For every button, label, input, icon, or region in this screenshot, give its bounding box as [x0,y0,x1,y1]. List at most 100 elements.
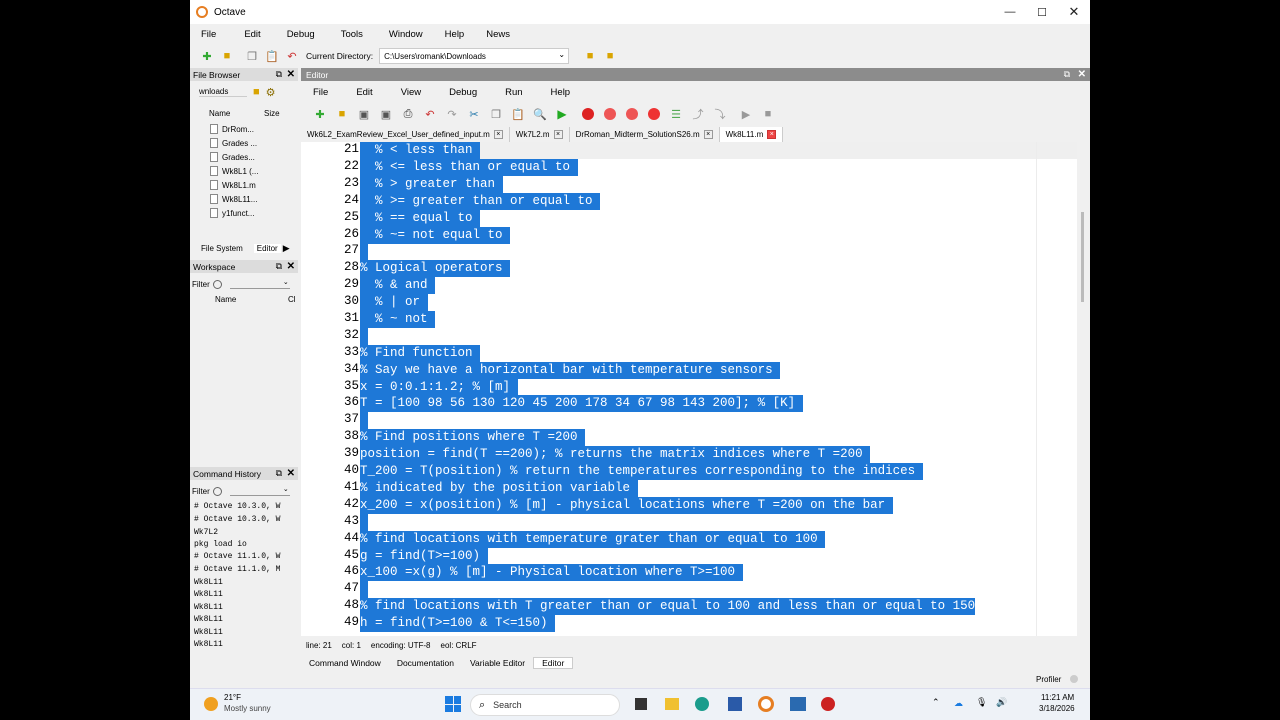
weather-desc[interactable]: Mostly sunny [224,704,271,713]
scrollbar-thumb[interactable] [1081,212,1084,302]
menu-edit[interactable]: Edit [235,29,269,40]
code-line[interactable]: T_200 = T(position) % return the tempera… [360,463,923,480]
taskbar-time[interactable]: 11:21 AM [1041,693,1074,702]
code-line[interactable]: % >= greater than or equal to [360,193,601,210]
close-panel-icon[interactable]: ✕ [287,468,295,479]
code-line[interactable] [360,243,368,260]
history-entry[interactable]: Wk7L2 [194,528,218,537]
stop-icon[interactable]: ■ [761,107,775,121]
history-entry[interactable]: # Octave 10.3.0, W [194,502,280,511]
file-item[interactable]: Wk8L1.m [210,180,256,190]
editor-menu-debug[interactable]: Debug [449,87,477,98]
code-line[interactable]: g = find(T>=100) [360,548,488,565]
breakpoint-icon[interactable] [581,107,595,121]
open-folder-icon[interactable]: ■ [220,49,234,63]
taskbar-date[interactable]: 3/18/2026 [1039,704,1075,713]
workspace-col-class[interactable]: Cl [288,295,296,304]
code-line[interactable]: % Say we have a horizontal bar with temp… [360,362,781,379]
filter-checkbox[interactable] [212,279,222,289]
edge-browser-icon[interactable] [695,697,709,711]
history-entry[interactable]: Wk8L11 [194,640,223,649]
tab-command-window[interactable]: Command Window [301,658,389,668]
tab-file-system[interactable]: File System [198,244,246,253]
tab-scroll-right-icon[interactable]: ▶ [283,243,290,254]
find-icon[interactable]: 🔍 [533,107,547,121]
editor-tab[interactable]: Wk6L2_ExamReview_Excel_User_defined_inpu… [301,127,510,142]
new-script-icon[interactable]: ✚ [200,49,214,63]
close-tab-icon[interactable]: × [767,130,777,139]
editor-menu-run[interactable]: Run [505,87,522,98]
close-panel-icon[interactable]: ✕ [287,261,295,272]
editor-menu-view[interactable]: View [401,87,421,98]
settings-gear-icon[interactable]: ⚙ [266,86,276,99]
close-panel-icon[interactable]: ✕ [1078,69,1086,80]
close-button[interactable]: ✕ [1058,0,1090,24]
file-browser-path[interactable]: wnloads [199,87,247,97]
step-icon[interactable]: ⤴ [691,107,705,121]
paste-icon[interactable]: 📋 [511,107,525,121]
code-line[interactable]: % <= less than or equal to [360,159,578,176]
undock-icon[interactable]: ⧉ [1064,69,1070,80]
chrome-icon[interactable] [821,697,835,711]
filter-checkbox[interactable] [212,486,222,496]
workspace-filter-input[interactable]: ⌄ [229,279,290,289]
browse-folder-icon[interactable]: ■ [603,49,617,63]
file-browser-col-size[interactable]: Size [264,109,280,118]
undock-icon[interactable]: ⧉ [276,69,282,80]
code-line[interactable]: % | or [360,294,428,311]
undo-icon[interactable]: ↶ [285,49,299,63]
remove-breakpoints-icon[interactable] [647,107,661,121]
app-taskbar-icon[interactable] [790,697,806,711]
editor-tab[interactable]: DrRoman_Midterm_SolutionS26.m × [569,127,720,142]
onedrive-icon[interactable]: ☁ [954,698,963,709]
octave-taskbar-icon[interactable] [758,696,774,712]
cut-icon[interactable]: ✂ [467,107,481,121]
code-line[interactable] [360,328,368,345]
comment-icon[interactable]: ☰ [669,107,683,121]
print-icon[interactable]: ⎙ [401,107,415,121]
code-line[interactable]: % Find positions where T =200 [360,429,586,446]
continue-icon[interactable]: ▶ [739,107,753,121]
save-icon[interactable]: ▣ [357,107,371,121]
copy-icon[interactable]: ❐ [245,49,259,63]
weather-temp[interactable]: 21°F [224,693,241,702]
code-line[interactable]: x_100 =x(g) % [m] - Physical location wh… [360,564,743,581]
file-browser-col-name[interactable]: Name [209,109,230,118]
run-icon[interactable]: ▶ [555,107,569,121]
copy-icon[interactable]: ❐ [489,107,503,121]
windows-start-icon[interactable] [445,696,461,712]
store-icon[interactable] [728,697,742,711]
code-editor[interactable]: 21 22 23 24 25 26 27 28 29 30 31 32 33 34 35 36 37 38 39 40… [301,142,1077,636]
file-item[interactable]: DrRom... [210,124,254,134]
code-line[interactable] [360,581,368,598]
close-tab-icon[interactable]: × [493,130,503,139]
undock-icon[interactable]: ⧉ [276,261,282,272]
editor-menu-file[interactable]: File [313,87,328,98]
code-line[interactable]: % & and [360,277,436,294]
code-line[interactable]: % find locations with T greater than or … [360,598,976,615]
code-line[interactable]: % Logical operators [360,260,511,277]
history-entry[interactable]: Wk8L11 [194,615,223,624]
file-explorer-icon[interactable] [665,698,679,710]
history-entry[interactable]: Wk8L11 [194,578,223,587]
history-entry[interactable]: Wk8L11 [194,628,223,637]
history-filter-input[interactable]: ⌄ [229,486,290,496]
task-view-icon[interactable] [635,698,647,710]
maximize-button[interactable]: ☐ [1026,0,1058,24]
code-line[interactable]: x = 0:0.1:1.2; % [m] [360,379,518,396]
open-file-icon[interactable]: ■ [335,107,349,121]
code-line[interactable]: % < less than [360,142,481,159]
code-line[interactable]: % > greater than [360,176,503,193]
code-line[interactable]: % Find function [360,345,481,362]
file-item[interactable]: Wk8L11... [210,194,257,204]
menu-debug[interactable]: Debug [278,29,324,40]
paste-icon[interactable]: 📋 [265,49,279,63]
chevron-up-icon[interactable]: ⌃ [932,697,940,708]
file-item[interactable]: y1funct... [210,208,254,218]
taskbar-search[interactable]: ⌕ Search [470,694,620,716]
code-line[interactable] [360,514,368,531]
editor-tab-active[interactable]: Wk8L11.m × [719,127,784,142]
close-panel-icon[interactable]: ✕ [287,69,295,80]
history-entry[interactable]: pkg load io [194,540,247,549]
history-entry[interactable]: # Octave 11.1.0, M [194,565,280,574]
